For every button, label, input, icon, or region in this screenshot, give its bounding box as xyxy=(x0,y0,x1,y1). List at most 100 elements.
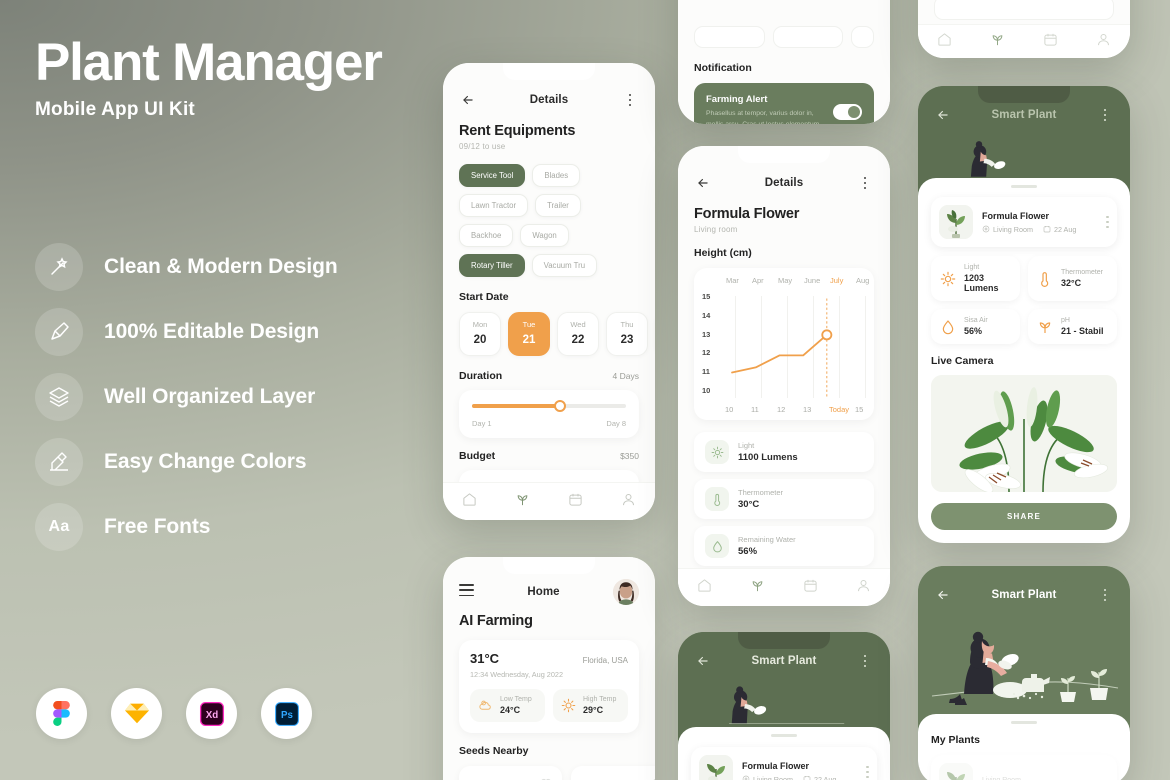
figma-logo xyxy=(36,688,87,739)
nav-plant-icon[interactable] xyxy=(990,32,1005,52)
app-bar-title: Smart Plant xyxy=(991,589,1057,601)
more-vertical-icon[interactable] xyxy=(1096,586,1114,604)
chip-vacuum-truck[interactable]: Vacuum Tru xyxy=(531,254,598,277)
back-icon[interactable] xyxy=(694,174,712,192)
phone-my-plants: Smart Plant My Plants Living Room xyxy=(918,566,1130,780)
slider-thumb[interactable] xyxy=(553,400,566,412)
phone-notch xyxy=(978,566,1070,583)
plant-date: 22 Aug xyxy=(1043,225,1076,234)
chip-service-tool[interactable]: Service Tool xyxy=(459,164,526,187)
plant-room: Living Room xyxy=(982,776,1021,780)
seed-card[interactable]: $22/1 kg xyxy=(571,766,655,780)
date-picker: Mon 20 Tue 21 Wed 22 Thu 23 xyxy=(459,312,648,356)
chip-backhoe[interactable]: Backhoe xyxy=(459,224,514,247)
nav-plant-icon[interactable] xyxy=(750,578,765,598)
feature-label: Free Fonts xyxy=(104,514,211,538)
duration-slider[interactable] xyxy=(472,400,626,412)
more-vertical-icon[interactable] xyxy=(1106,215,1109,229)
app-bar-title: Smart Plant xyxy=(751,655,817,667)
placeholder-card xyxy=(851,26,875,48)
detail-sheet: Formula Flower Living Room 22 Aug xyxy=(678,727,890,780)
screen-heading: Rent Equipments xyxy=(459,123,576,139)
nav-profile-icon[interactable] xyxy=(1096,32,1111,52)
chip-lawn-tractor[interactable]: Lawn Tractor xyxy=(459,194,529,217)
metrics-grid: Light 1203 Lumens Thermometer 32°C Sisa Ai… xyxy=(931,256,1117,344)
more-vertical-icon[interactable] xyxy=(866,765,869,779)
more-vertical-icon[interactable] xyxy=(856,652,874,670)
metric-water: Sisa Air 56% xyxy=(931,309,1020,344)
bottom-navigation xyxy=(443,482,655,520)
app-bar-title: Details xyxy=(764,177,804,189)
duration-slider-card: Day 1 Day 8 xyxy=(459,390,639,438)
feature-label: Well Organized Layer xyxy=(104,384,316,408)
plant-list-item[interactable]: Living Room xyxy=(931,755,1117,780)
phone-notch xyxy=(738,632,830,649)
slider-max-label: Day 8 xyxy=(606,419,626,428)
screen-heading: AI Farming xyxy=(459,613,533,629)
seed-card[interactable]: $32/1 kg xyxy=(459,766,562,780)
plant-room: Living Room xyxy=(982,225,1033,234)
back-icon[interactable] xyxy=(459,91,477,109)
slider-min-label: Day 1 xyxy=(472,419,492,428)
share-button[interactable]: SHARE xyxy=(931,503,1117,530)
plant-summary-card[interactable]: Formula Flower Living Room 22 Aug xyxy=(691,747,877,780)
placeholder-card xyxy=(694,26,765,48)
layers-icon xyxy=(35,372,83,421)
height-chart-card: Mar Apr May June July Aug 15 14 13 12 11 10 10 11 12 13… xyxy=(694,268,874,420)
date-option-thu[interactable]: Thu 23 xyxy=(606,312,648,356)
plant-room: Living Room xyxy=(742,775,793,780)
more-vertical-icon[interactable] xyxy=(621,91,639,109)
cloud-sun-icon xyxy=(479,700,491,710)
plant-thumbnail xyxy=(939,763,973,780)
date-option-tue[interactable]: Tue 21 xyxy=(508,312,550,356)
phone-notch xyxy=(503,557,595,574)
alert-toggle[interactable] xyxy=(833,104,862,121)
bottom-navigation xyxy=(918,24,1130,58)
metric-thermometer: Thermometer 32°C xyxy=(1028,256,1117,301)
feature-item-clean-modern: Clean & Modern Design xyxy=(35,234,425,299)
chip-trailer[interactable]: Trailer xyxy=(535,194,581,217)
chip-blades[interactable]: Blades xyxy=(532,164,581,187)
seeds-list: $32/1 kg $22/1 kg $1 xyxy=(459,766,655,780)
live-camera-view[interactable] xyxy=(931,375,1117,492)
more-vertical-icon[interactable] xyxy=(856,174,874,192)
app-bar: Smart Plant xyxy=(678,648,890,674)
back-icon[interactable] xyxy=(934,586,952,604)
adobe-xd-logo: Xd xyxy=(186,688,237,739)
chip-wagon[interactable]: Wagon xyxy=(520,224,569,247)
nav-calendar-icon[interactable] xyxy=(1043,32,1058,52)
screen-subheading: 09/12 to use xyxy=(459,142,506,151)
nav-home-icon[interactable] xyxy=(937,32,952,52)
plant-summary-card[interactable]: Formula Flower Living Room 22 Aug xyxy=(931,197,1117,247)
nav-home-icon[interactable] xyxy=(697,578,712,598)
avatar[interactable] xyxy=(612,579,639,605)
hamburger-icon[interactable] xyxy=(459,584,474,600)
feature-item-colors: Easy Change Colors xyxy=(35,429,425,494)
start-date-label: Start Date xyxy=(459,291,509,303)
back-icon[interactable] xyxy=(934,106,952,124)
nav-calendar-icon[interactable] xyxy=(803,578,818,598)
water-drop-icon xyxy=(942,319,954,334)
nav-plant-icon[interactable] xyxy=(515,492,530,512)
detail-sheet: My Plants Living Room xyxy=(918,714,1130,780)
calendar-icon xyxy=(1043,226,1051,233)
nav-calendar-icon[interactable] xyxy=(568,492,583,512)
date-option-wed[interactable]: Wed 22 xyxy=(557,312,599,356)
phone-smart-plant-bottom: Smart Plant Formula Flower Living Room 2… xyxy=(678,632,890,780)
current-temperature: 31°C xyxy=(470,651,500,666)
more-vertical-icon[interactable] xyxy=(1096,106,1114,124)
phone-notch xyxy=(978,86,1070,103)
feature-list: Clean & Modern Design 100% Editable Desi… xyxy=(35,234,425,559)
nav-profile-icon[interactable] xyxy=(621,492,636,512)
plant-date: 22 Aug xyxy=(803,775,836,780)
date-option-mon[interactable]: Mon 20 xyxy=(459,312,501,356)
chip-rotary-tiller[interactable]: Rotary Tiller xyxy=(459,254,525,277)
back-icon[interactable] xyxy=(694,652,712,670)
screen-heading: Formula Flower xyxy=(694,206,800,222)
nav-profile-icon[interactable] xyxy=(856,578,871,598)
poster-canvas: Plant Manager Mobile App UI Kit Clean & … xyxy=(0,0,1170,780)
app-bar: Smart Plant xyxy=(918,582,1130,608)
hero-illustration-panel: Smart Plant xyxy=(918,566,1130,724)
app-bar: Smart Plant xyxy=(918,102,1130,128)
nav-home-icon[interactable] xyxy=(462,492,477,512)
